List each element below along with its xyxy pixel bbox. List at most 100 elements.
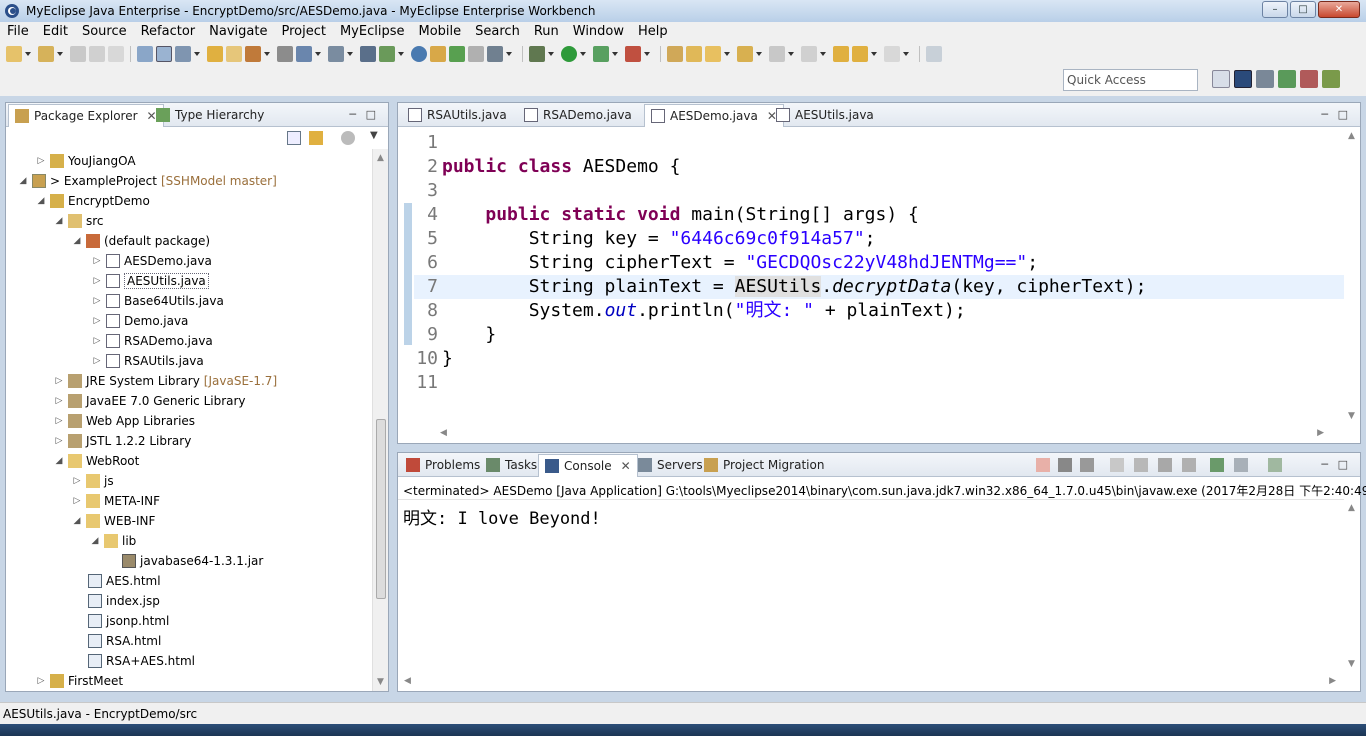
tree-item[interactable]: jsonp.html xyxy=(88,611,169,631)
chevron-right-icon[interactable]: ▷ xyxy=(54,396,64,406)
chevron-right-icon[interactable]: ▷ xyxy=(54,376,64,386)
tab-project-migration[interactable]: Project Migration xyxy=(698,454,830,476)
chevron-down-icon[interactable]: ◢ xyxy=(90,536,100,546)
tree-item[interactable]: ▷ AESDemo.java xyxy=(92,251,212,271)
menu-myeclipse[interactable]: MyEclipse xyxy=(333,22,412,42)
tree-item[interactable]: ◢ lib xyxy=(90,531,136,551)
scroll-down-icon[interactable]: ▼ xyxy=(1348,659,1355,669)
tree-item[interactable]: ▷ js xyxy=(72,471,114,491)
tab-tasks[interactable]: Tasks xyxy=(480,454,543,476)
maximize-view-icon[interactable]: □ xyxy=(1338,108,1348,121)
scroll-left-icon[interactable]: ◀ xyxy=(404,676,411,686)
new-java-class-icon[interactable] xyxy=(379,46,395,62)
code-editor[interactable]: 1 2 public class AESDemo { 3 4 public sta… xyxy=(398,127,1360,443)
tree-item[interactable]: ▷ Base64Utils.java xyxy=(92,291,224,311)
refresh-icon[interactable] xyxy=(449,46,465,62)
toggle-mark-occurrences-icon[interactable] xyxy=(156,46,172,62)
chevron-right-icon[interactable]: ▷ xyxy=(36,676,46,686)
folder-icon[interactable] xyxy=(737,46,753,62)
chevron-down-icon[interactable] xyxy=(903,52,909,56)
save-all-icon[interactable] xyxy=(89,46,105,62)
chevron-down-icon[interactable] xyxy=(25,52,31,56)
tree-item[interactable]: RSA.html xyxy=(88,631,161,651)
chevron-right-icon[interactable]: ▷ xyxy=(72,476,82,486)
chevron-down-icon[interactable] xyxy=(347,52,353,56)
menu-edit[interactable]: Edit xyxy=(36,22,75,42)
myeclipse-perspective-icon[interactable] xyxy=(1234,70,1252,88)
next-annotation-icon[interactable] xyxy=(769,46,785,62)
chevron-down-icon[interactable] xyxy=(756,52,762,56)
chevron-down-icon[interactable]: ◢ xyxy=(72,236,82,246)
scroll-down-icon[interactable]: ▼ xyxy=(377,677,384,687)
chevron-right-icon[interactable]: ▷ xyxy=(92,316,102,326)
console-horizontal-scrollbar[interactable]: ◀ ▶ xyxy=(398,673,1344,691)
run-icon[interactable] xyxy=(561,46,577,62)
tree-item[interactable]: RSA+AES.html xyxy=(88,651,195,671)
new-icon[interactable] xyxy=(6,46,22,62)
maximize-view-icon[interactable]: □ xyxy=(1338,458,1348,471)
tree-item[interactable]: AES.html xyxy=(88,571,161,591)
display-selected-console-icon[interactable] xyxy=(1234,458,1248,472)
clear-console-icon[interactable] xyxy=(1110,458,1124,472)
palette-icon[interactable] xyxy=(487,46,503,62)
forward-icon[interactable] xyxy=(884,46,900,62)
chevron-right-icon[interactable]: ▷ xyxy=(54,436,64,446)
menu-project[interactable]: Project xyxy=(274,22,332,42)
tree-item[interactable]: ▷ JSTL 1.2.2 Library xyxy=(54,431,191,451)
last-edit-location-icon[interactable] xyxy=(833,46,849,62)
pin-console-icon[interactable] xyxy=(1210,458,1224,472)
run-last-tool-icon[interactable] xyxy=(593,46,609,62)
menu-help[interactable]: Help xyxy=(631,22,675,42)
tree-item[interactable]: ▷ RSAUtils.java xyxy=(92,351,204,371)
debug-perspective-icon[interactable] xyxy=(1278,70,1296,88)
editor-horizontal-scrollbar[interactable]: ◀ ▶ xyxy=(414,425,1344,443)
minimize-view-icon[interactable]: ─ xyxy=(1321,458,1328,471)
chevron-down-icon[interactable] xyxy=(506,52,512,56)
terminate-icon[interactable] xyxy=(1036,458,1050,472)
scroll-right-icon[interactable]: ▶ xyxy=(1329,676,1336,686)
tab-type-hierarchy[interactable]: Type Hierarchy xyxy=(150,104,270,126)
view-menu-chevron-down-icon[interactable]: ▼ xyxy=(370,130,378,141)
pin-editor-icon[interactable] xyxy=(926,46,942,62)
deploy-icon[interactable] xyxy=(277,46,293,62)
tab-aesdemo-java[interactable]: AESDemo.java ✕ xyxy=(644,104,784,127)
redo-icon[interactable] xyxy=(226,46,242,62)
external-tools-icon[interactable] xyxy=(625,46,641,62)
console-vertical-scrollbar[interactable]: ▲ ▼ xyxy=(1344,499,1360,673)
tree-item[interactable]: ▷ Demo.java xyxy=(92,311,188,331)
chevron-right-icon[interactable]: ▷ xyxy=(92,276,102,286)
tab-package-explorer[interactable]: Package Explorer ✕ xyxy=(8,104,164,127)
save-icon[interactable] xyxy=(70,46,86,62)
package-explorer-scrollbar[interactable]: ▲ ▼ xyxy=(372,149,388,691)
chevron-down-icon[interactable]: ◢ xyxy=(54,216,64,226)
open-perspective-icon[interactable] xyxy=(1212,70,1230,88)
tree-item[interactable]: ▷ META-INF xyxy=(72,491,160,511)
open-folder-icon[interactable] xyxy=(430,46,446,62)
menu-search[interactable]: Search xyxy=(468,22,527,42)
chevron-down-icon[interactable]: ◢ xyxy=(36,196,46,206)
close-window-button[interactable]: ✕ xyxy=(1318,1,1360,18)
chevron-down-icon[interactable] xyxy=(264,52,270,56)
chevron-right-icon[interactable]: ▷ xyxy=(92,256,102,266)
chevron-down-icon[interactable] xyxy=(194,52,200,56)
scroll-left-icon[interactable]: ◀ xyxy=(440,428,447,438)
search-icon[interactable] xyxy=(328,46,344,62)
chevron-down-icon[interactable] xyxy=(644,52,650,56)
menu-source[interactable]: Source xyxy=(75,22,134,42)
chevron-down-icon[interactable]: ◢ xyxy=(72,516,82,526)
menu-file[interactable]: File xyxy=(0,22,36,42)
debug-server-icon[interactable] xyxy=(296,46,312,62)
database-perspective-icon[interactable] xyxy=(1300,70,1318,88)
chevron-down-icon[interactable]: ◢ xyxy=(18,176,28,186)
tree-item[interactable]: ▷ FirstMeet xyxy=(36,671,123,691)
menu-navigate[interactable]: Navigate xyxy=(202,22,274,42)
image-icon[interactable] xyxy=(468,46,484,62)
java-ee-perspective-icon[interactable] xyxy=(1256,70,1274,88)
chevron-down-icon[interactable] xyxy=(788,52,794,56)
tab-rsademo-java[interactable]: RSADemo.java xyxy=(518,104,638,126)
pen-icon[interactable] xyxy=(705,46,721,62)
open-task-icon[interactable] xyxy=(667,46,683,62)
java-perspective-icon[interactable] xyxy=(1322,70,1340,88)
tree-item[interactable]: javabase64-1.3.1.jar xyxy=(122,551,263,571)
tab-aesutils-java[interactable]: AESUtils.java xyxy=(770,104,880,126)
